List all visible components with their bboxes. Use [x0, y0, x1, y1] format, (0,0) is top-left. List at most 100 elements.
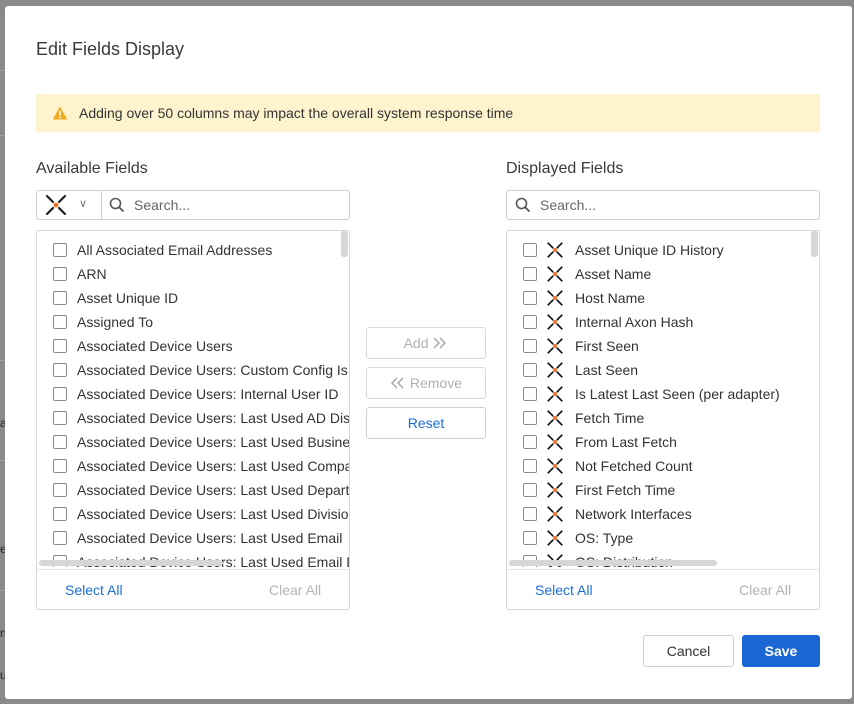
list-item[interactable]: Associated Device Users: Last Used Divis…	[37, 503, 349, 527]
list-item-label: Associated Device Users: Last Used Depar…	[77, 482, 349, 498]
row-checkbox[interactable]	[53, 507, 67, 521]
list-item-label: Host Name	[575, 290, 646, 306]
list-item-label: Asset Name	[575, 266, 652, 282]
list-item[interactable]: Associated Device Users: Last Used Busin…	[37, 431, 349, 455]
axonius-logo-icon	[547, 290, 563, 306]
list-item-label: Associated Device Users	[77, 338, 233, 354]
list-item[interactable]: Associated Device Users: Last Used Depar…	[37, 479, 349, 503]
row-checkbox[interactable]	[523, 267, 537, 281]
list-item[interactable]: ARN	[37, 263, 349, 287]
list-item[interactable]: From Last Fetch	[507, 431, 819, 455]
remove-button-label: Remove	[409, 375, 463, 391]
list-item[interactable]: Associated Device Users	[37, 335, 349, 359]
list-item[interactable]: First Seen	[507, 335, 819, 359]
list-item-label: First Fetch Time	[575, 482, 676, 498]
list-item[interactable]: Network Interfaces	[507, 503, 819, 527]
chevron-down-icon: ∨	[79, 198, 88, 210]
list-item-label: Not Fetched Count	[575, 458, 693, 474]
axonius-logo-icon	[45, 194, 67, 216]
row-checkbox[interactable]	[53, 387, 67, 401]
list-item[interactable]: Associated Device Users: Last Used Email	[37, 527, 349, 551]
row-checkbox[interactable]	[53, 267, 67, 281]
reset-button[interactable]: Reset	[366, 407, 486, 439]
select-all-link[interactable]: Select All	[65, 582, 123, 598]
vertical-scrollbar[interactable]	[341, 231, 348, 257]
list-item[interactable]: Asset Name	[507, 263, 819, 287]
dialog-title: Edit Fields Display	[36, 39, 185, 59]
cancel-button[interactable]: Cancel	[643, 635, 734, 667]
list-item[interactable]: Fetch Time	[507, 407, 819, 431]
horizontal-scrollbar[interactable]	[39, 560, 223, 566]
list-item-label: All Associated Email Addresses	[77, 242, 273, 258]
axonius-logo-icon	[547, 434, 563, 450]
list-item[interactable]: Assigned To	[37, 311, 349, 335]
list-item[interactable]: Associated Device Users: Custom Config I…	[37, 359, 349, 383]
row-checkbox[interactable]	[523, 339, 537, 353]
row-checkbox[interactable]	[53, 435, 67, 449]
row-checkbox[interactable]	[53, 363, 67, 377]
list-item-label: ARN	[77, 266, 107, 282]
row-checkbox[interactable]	[53, 243, 67, 257]
axonius-logo-icon	[547, 362, 563, 378]
row-checkbox[interactable]	[53, 459, 67, 473]
list-item[interactable]: OS: Type	[507, 527, 819, 551]
list-item-label: Network Interfaces	[575, 506, 692, 522]
row-checkbox[interactable]	[53, 483, 67, 497]
warning-text: Adding over 50 columns may impact the ov…	[79, 105, 514, 121]
list-item-label: Assigned To	[77, 314, 154, 330]
row-checkbox[interactable]	[523, 387, 537, 401]
list-item-label: First Seen	[575, 338, 639, 354]
row-checkbox[interactable]	[523, 459, 537, 473]
list-item-label: Is Latest Last Seen (per adapter)	[575, 386, 780, 402]
list-item[interactable]: Host Name	[507, 287, 819, 311]
list-item[interactable]: Associated Device Users: Internal User I…	[37, 383, 349, 407]
list-item[interactable]: Asset Unique ID	[37, 287, 349, 311]
row-checkbox[interactable]	[53, 531, 67, 545]
list-item[interactable]: All Associated Email Addresses	[37, 239, 349, 263]
warning-banner: Adding over 50 columns may impact the ov…	[36, 94, 820, 132]
available-search-box: ∨	[36, 190, 350, 220]
double-chevron-left-icon	[390, 377, 404, 389]
row-checkbox[interactable]	[523, 483, 537, 497]
row-checkbox[interactable]	[523, 411, 537, 425]
list-item-label: Asset Unique ID	[77, 290, 179, 306]
available-fields-label: Available Fields	[36, 160, 148, 177]
row-checkbox[interactable]	[53, 339, 67, 353]
axonius-logo-icon	[547, 482, 563, 498]
row-checkbox[interactable]	[523, 435, 537, 449]
row-checkbox[interactable]	[53, 291, 67, 305]
list-item[interactable]: Associated Device Users: Last Used Compa…	[37, 455, 349, 479]
list-item-label: Last Seen	[575, 362, 639, 378]
clear-all-link[interactable]: Clear All	[739, 582, 791, 598]
double-chevron-right-icon	[433, 337, 447, 349]
row-checkbox[interactable]	[523, 363, 537, 377]
horizontal-scrollbar[interactable]	[509, 560, 717, 566]
select-all-link[interactable]: Select All	[535, 582, 593, 598]
list-item-label: Asset Unique ID History	[575, 242, 724, 258]
displayed-fields-list[interactable]: Asset Unique ID History Asset Name Host Na…	[507, 231, 819, 567]
row-checkbox[interactable]	[523, 315, 537, 329]
row-checkbox[interactable]	[53, 315, 67, 329]
list-item[interactable]: First Fetch Time	[507, 479, 819, 503]
list-item[interactable]: Asset Unique ID History	[507, 239, 819, 263]
list-item[interactable]: Last Seen	[507, 359, 819, 383]
row-checkbox[interactable]	[523, 291, 537, 305]
displayed-search-input[interactable]	[538, 194, 812, 216]
row-checkbox[interactable]	[523, 507, 537, 521]
save-button[interactable]: Save	[742, 635, 820, 667]
list-item[interactable]: Is Latest Last Seen (per adapter)	[507, 383, 819, 407]
row-checkbox[interactable]	[53, 411, 67, 425]
available-search-input[interactable]	[132, 194, 346, 216]
clear-all-link[interactable]: Clear All	[269, 582, 321, 598]
row-checkbox[interactable]	[523, 531, 537, 545]
row-checkbox[interactable]	[523, 243, 537, 257]
add-button[interactable]: Add	[366, 327, 486, 359]
adapter-filter-dropdown[interactable]: ∨	[37, 191, 102, 219]
list-item[interactable]: Associated Device Users: Last Used AD Di…	[37, 407, 349, 431]
list-item[interactable]: Not Fetched Count	[507, 455, 819, 479]
list-item[interactable]: Internal Axon Hash	[507, 311, 819, 335]
available-list-footer: Select All Clear All	[37, 569, 349, 609]
vertical-scrollbar[interactable]	[811, 231, 818, 257]
available-fields-list[interactable]: All Associated Email Addresses ARN Asset U…	[37, 231, 349, 567]
remove-button[interactable]: Remove	[366, 367, 486, 399]
